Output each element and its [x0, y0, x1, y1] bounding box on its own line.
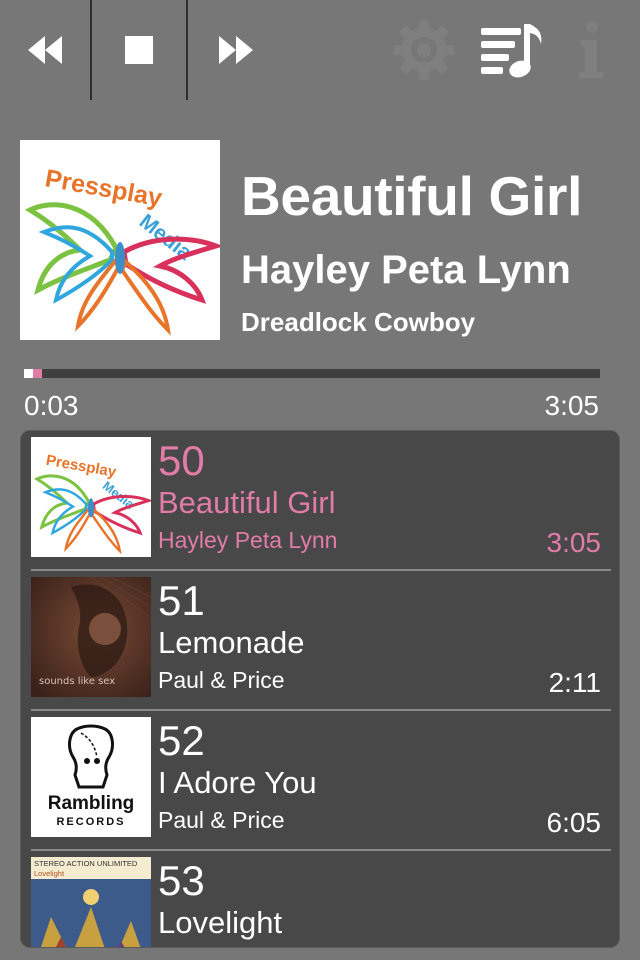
track-artist: Hayley Peta Lynn — [158, 527, 338, 553]
track-number: 50 — [158, 437, 205, 484]
stop-button[interactable] — [92, 0, 186, 100]
gear-icon — [394, 20, 454, 80]
track-duration: 6:05 — [546, 807, 602, 838]
track-number: 53 — [158, 857, 205, 904]
progress-handle[interactable] — [33, 369, 42, 378]
pressplay-media-logo: Pressplay Media — [31, 437, 151, 557]
toolbar — [0, 0, 640, 100]
fast-forward-icon — [219, 36, 253, 64]
stop-icon — [125, 36, 153, 64]
pressplay-media-logo: Pressplay Media — [20, 140, 220, 340]
track-title: Lemonade — [158, 625, 305, 660]
info-button[interactable] — [566, 0, 616, 100]
fast-forward-button[interactable] — [188, 0, 284, 100]
track-title: Lovelight — [158, 905, 283, 940]
track-duration: 2:11 — [548, 667, 601, 698]
track-artwork: sounds like sex — [31, 577, 151, 697]
cover-label: Rambling — [47, 793, 135, 814]
track-artist: Paul & Price — [158, 667, 285, 693]
track-artist: Paul & Price — [158, 807, 285, 833]
rewind-button[interactable] — [0, 0, 90, 100]
cover-sublabel: RECORDS — [56, 816, 126, 828]
album-artwork: Pressplay Media — [20, 140, 220, 340]
track-artwork: STEREO ACTION UNLIMITED Lovelight — [31, 857, 151, 947]
track-number: 52 — [158, 717, 205, 764]
progress-fill — [24, 369, 33, 378]
track-artwork: Rambling RECORDS — [31, 717, 151, 837]
track-number: 51 — [158, 577, 205, 624]
list-item[interactable]: STEREO ACTION UNLIMITED Lovelight 53 Lov… — [21, 851, 619, 947]
cover-sublabel: Lovelight — [34, 869, 65, 878]
info-icon — [579, 21, 603, 78]
track-artwork: Pressplay Media — [31, 437, 151, 557]
list-item[interactable]: Rambling RECORDS 52 I Adore You Paul & P… — [21, 711, 619, 851]
progress-bar[interactable] — [24, 369, 600, 378]
list-item[interactable]: sounds like sex 51 Lemonade Paul & Price… — [21, 571, 619, 711]
list-item[interactable]: Pressplay Media 50 Beautiful Girl Hayley… — [21, 431, 619, 571]
playlist-button[interactable] — [474, 0, 550, 100]
rewind-icon — [28, 36, 62, 64]
track-duration: 3:05 — [546, 527, 602, 558]
cover-label: STEREO ACTION UNLIMITED — [34, 859, 138, 868]
now-playing-title: Beautiful Girl — [241, 165, 583, 227]
playlist[interactable]: Pressplay Media 50 Beautiful Girl Hayley… — [20, 430, 620, 948]
total-time: 3:05 — [544, 390, 600, 421]
settings-button[interactable] — [388, 0, 460, 100]
cover-caption: sounds like sex — [39, 676, 116, 687]
now-playing-artist: Hayley Peta Lynn — [241, 248, 571, 292]
playlist-music-icon — [481, 24, 542, 78]
track-title: Beautiful Girl — [158, 485, 336, 520]
music-player-screen: Pressplay Media Beautiful Girl Hayley Pe… — [0, 0, 640, 960]
track-title: I Adore You — [158, 765, 317, 800]
now-playing-album: Dreadlock Cowboy — [241, 307, 476, 337]
elapsed-time: 0:03 — [24, 390, 79, 421]
